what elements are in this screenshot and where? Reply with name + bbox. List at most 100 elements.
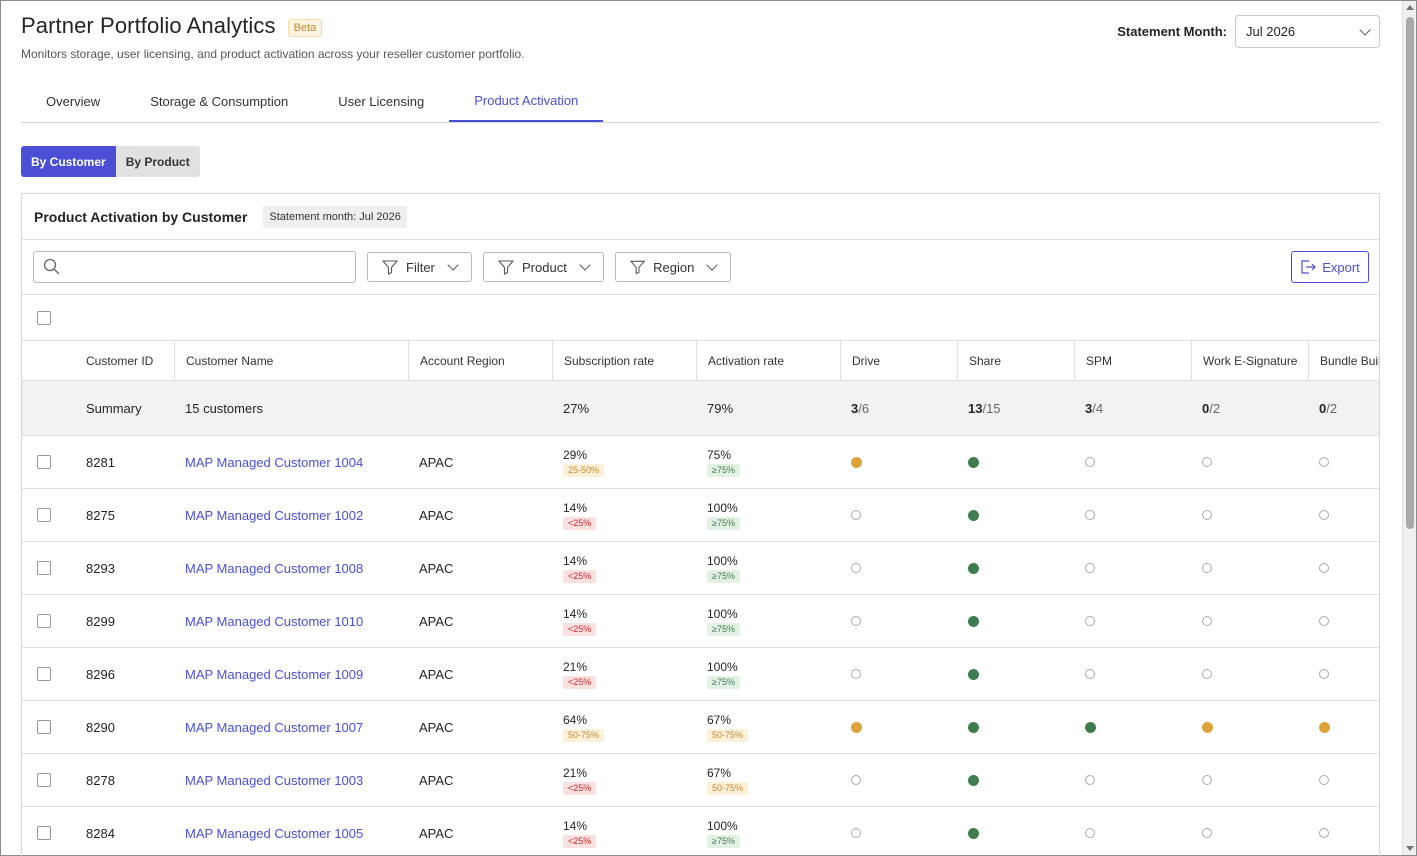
work-e-signature-status-dot [1202,563,1212,573]
drive-status-dot [851,510,861,520]
bundle-builder-cell [1319,648,1329,700]
statement-month-select[interactable]: Jul 2026 [1235,15,1380,48]
export-button[interactable]: Export [1291,251,1369,283]
customer-name-link[interactable]: MAP Managed Customer 1007 [185,701,363,753]
header-subscription-rate[interactable]: Subscription rate [552,341,696,380]
bundle-builder-status-dot [1319,828,1329,838]
tab-storage-consumption[interactable]: Storage & Consumption [125,81,313,122]
work-e-signature-cell [1202,648,1212,700]
work-e-signature-cell [1202,595,1212,647]
spm-status-dot [1085,669,1095,679]
header-account-region[interactable]: Account Region [408,341,552,380]
summary-subscription-rate: 27% [563,400,590,416]
share-cell [968,595,979,647]
by-product-button[interactable]: By Product [115,146,200,177]
row-checkbox[interactable] [37,720,51,734]
activation-rate-badge: ≥75% [707,622,740,636]
subscription-rate-badge: <25% [563,675,597,689]
row-checkbox[interactable] [37,614,51,628]
product-filter-button[interactable]: Product [483,252,604,282]
header-customer-name[interactable]: Customer Name [174,341,408,380]
table-row[interactable]: 8281 MAP Managed Customer 1004 APAC 29% 25-5… [22,436,1379,489]
table-row[interactable]: 8290 MAP Managed Customer 1007 APAC 64% 50-7… [22,701,1379,754]
scroll-down-icon[interactable] [1406,846,1414,851]
activation-rate-value: 67% [707,712,732,727]
customer-name-link[interactable]: MAP Managed Customer 1009 [185,648,363,700]
table-header: Customer ID Customer Name Account Region… [22,341,1379,381]
header-customer-id[interactable]: Customer ID [86,341,174,380]
header-drive[interactable]: Drive [840,341,957,380]
customer-id: 8281 [86,454,115,470]
card-header: Product Activation by Customer Statement… [22,194,1379,240]
subscription-rate: 64% 50-75% [563,701,605,753]
activation-rate-value: 100% [707,553,738,568]
activation-rate: 100% ≥75% [707,595,740,647]
tab-product-activation[interactable]: Product Activation [449,81,604,122]
bundle-builder-cell [1319,489,1329,541]
tab-bar: Overview Storage & Consumption User Lice… [21,81,1380,123]
tab-user-licensing[interactable]: User Licensing [313,81,449,122]
header-bundle-builder[interactable]: Bundle Builder [1308,341,1379,380]
spm-status-dot [1085,510,1095,520]
row-checkbox[interactable] [37,561,51,575]
scroll-up-icon[interactable] [1406,5,1414,10]
bundle-builder-cell [1319,754,1329,806]
header-work-e-signature[interactable]: Work E-Signature [1191,341,1308,380]
search-input[interactable] [33,251,356,283]
summary-spm: 3/4 [1085,400,1104,416]
spm-status-dot [1085,775,1095,785]
table-row[interactable]: 8293 MAP Managed Customer 1008 APAC 14% <25%… [22,542,1379,595]
table-row[interactable]: 8299 MAP Managed Customer 1010 APAC 14% <25%… [22,595,1379,648]
customer-name-link[interactable]: MAP Managed Customer 1002 [185,489,363,541]
bundle-builder-cell [1319,436,1329,488]
by-customer-button[interactable]: By Customer [21,146,116,177]
subscription-rate: 29% 25-50% [563,436,605,488]
header-spm[interactable]: SPM [1074,341,1191,380]
search-icon [43,258,60,275]
spm-cell [1085,542,1095,594]
row-checkbox[interactable] [37,773,51,787]
activation-rate: 100% ≥75% [707,542,740,594]
spm-cell [1085,489,1095,541]
subscription-rate-badge: <25% [563,569,597,583]
header-activation-rate[interactable]: Activation rate [696,341,840,380]
drive-cell [851,595,861,647]
row-checkbox[interactable] [37,826,51,840]
customer-name-link[interactable]: MAP Managed Customer 1008 [185,542,363,594]
bundle-builder-status-dot [1319,775,1329,785]
title-row: Partner Portfolio Analytics Beta [21,13,323,39]
row-checkbox[interactable] [37,455,51,469]
work-e-signature-status-dot [1202,669,1212,679]
drive-cell [851,754,861,806]
tab-overview[interactable]: Overview [21,81,125,122]
table-row[interactable]: 8284 MAP Managed Customer 1005 APAC 14% <25%… [22,807,1379,856]
customer-name-link[interactable]: MAP Managed Customer 1003 [185,754,363,806]
summary-work-e-signature: 0/2 [1202,400,1221,416]
customer-id: 8290 [86,719,115,735]
drive-cell [851,489,861,541]
row-checkbox[interactable] [37,508,51,522]
page-subtitle: Monitors storage, user licensing, and pr… [21,47,525,61]
share-status-dot [968,774,979,786]
share-cell [968,754,979,806]
scrollbar-thumb[interactable] [1406,17,1414,529]
customer-id: 8293 [86,560,115,576]
region-filter-button[interactable]: Region [615,252,731,282]
activation-rate-value: 100% [707,500,738,515]
row-checkbox[interactable] [37,667,51,681]
spm-status-dot [1085,828,1095,838]
table-row[interactable]: 8296 MAP Managed Customer 1009 APAC 21% <25%… [22,648,1379,701]
select-all-checkbox[interactable] [37,311,51,325]
table-row[interactable]: 8278 MAP Managed Customer 1003 APAC 21% <25%… [22,754,1379,807]
customer-name-link[interactable]: MAP Managed Customer 1005 [185,807,363,856]
vertical-scrollbar[interactable] [1402,1,1416,855]
share-cell [968,489,979,541]
table-row[interactable]: 8275 MAP Managed Customer 1002 APAC 14% <25%… [22,489,1379,542]
header-share[interactable]: Share [957,341,1074,380]
filter-button[interactable]: Filter [367,252,472,282]
customer-name-link[interactable]: MAP Managed Customer 1004 [185,436,363,488]
customer-name-link[interactable]: MAP Managed Customer 1010 [185,595,363,647]
region-filter-label: Region [653,259,695,275]
work-e-signature-cell [1202,807,1212,856]
subscription-rate-value: 14% [563,606,588,621]
